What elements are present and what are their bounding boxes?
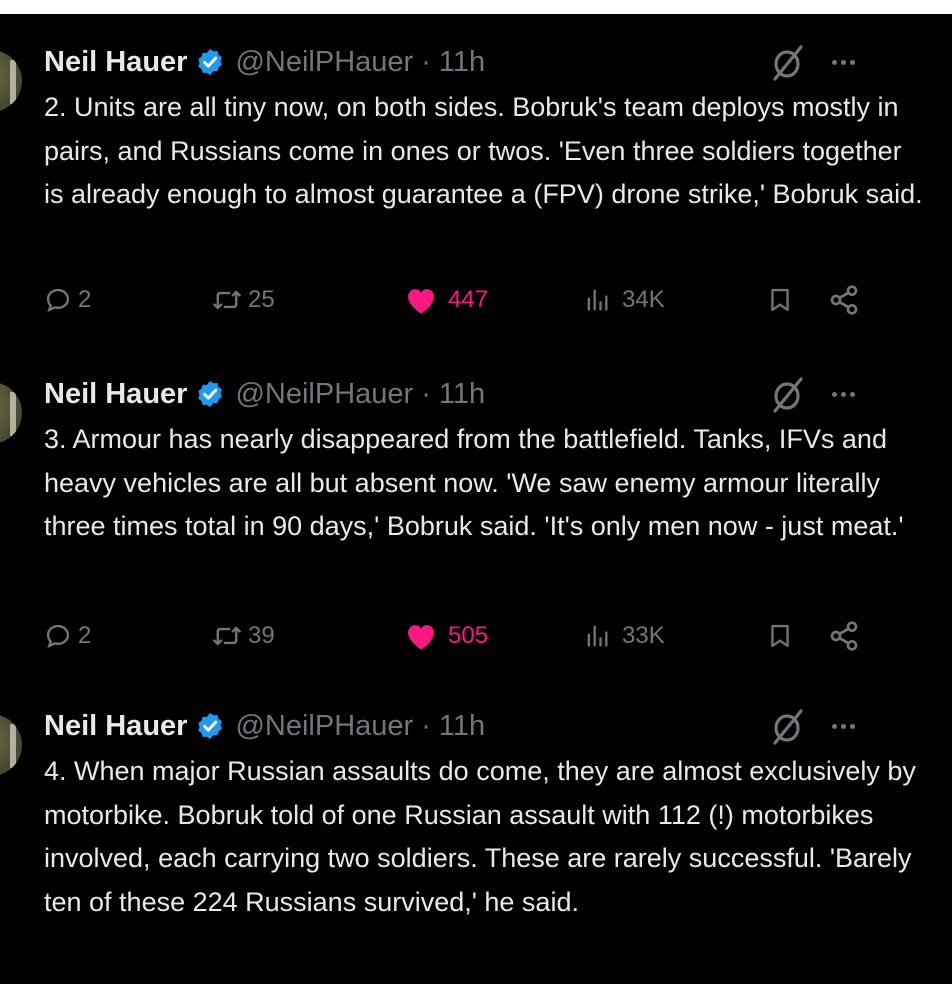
author-name[interactable]: Neil Hauer: [44, 46, 187, 79]
timestamp[interactable]: 11h: [439, 378, 485, 411]
tweet-header: Neil Hauer @NeilPHauer · 11h: [44, 374, 485, 414]
separator: ·: [421, 45, 431, 78]
views-button[interactable]: 33K: [584, 614, 665, 658]
verified-badge-icon: [198, 48, 223, 76]
more-icon[interactable]: [832, 42, 855, 82]
timestamp[interactable]: 11h: [439, 710, 485, 743]
author-name[interactable]: Neil Hauer: [44, 378, 187, 411]
repost-icon: [213, 290, 241, 310]
like-count: 447: [448, 286, 489, 313]
share-button[interactable]: [828, 278, 860, 322]
author-handle[interactable]: @NeilPHauer: [235, 710, 413, 743]
separator: ·: [421, 709, 431, 742]
repost-count: 39: [248, 622, 275, 649]
tweet-text: 2. Units are all tiny now, on both sides…: [44, 92, 923, 209]
tweet-header: Neil Hauer @NeilPHauer · 11h: [44, 42, 485, 82]
repost-count: 25: [248, 286, 275, 313]
like-button[interactable]: 505: [404, 614, 488, 658]
bookmark-icon: [771, 288, 789, 312]
tweet-actions: 2 25 447 34K: [44, 278, 884, 322]
views-button[interactable]: 34K: [584, 278, 665, 322]
reply-count: 2: [78, 286, 92, 313]
share-icon: [830, 621, 858, 651]
bookmark-button[interactable]: [766, 278, 794, 322]
like-count: 505: [448, 622, 489, 649]
heart-icon: [408, 289, 434, 314]
bookmark-icon: [771, 624, 789, 648]
reply-icon: [46, 624, 70, 649]
separator: ·: [421, 377, 431, 410]
avatar[interactable]: [0, 382, 22, 444]
repost-icon: [213, 626, 241, 646]
avatar[interactable]: [0, 50, 22, 112]
author-handle[interactable]: @NeilPHauer: [235, 378, 413, 411]
views-icon: [587, 625, 608, 647]
grok-icon[interactable]: [770, 374, 806, 414]
tweet-actions: 2 39 505 33K: [44, 614, 884, 658]
share-button[interactable]: [828, 614, 860, 658]
grok-icon[interactable]: [770, 706, 806, 746]
tweet-header: Neil Hauer @NeilPHauer · 11h: [44, 706, 485, 746]
author-name[interactable]: Neil Hauer: [44, 710, 187, 743]
reply-icon: [46, 288, 70, 313]
author-handle[interactable]: @NeilPHauer: [235, 46, 413, 79]
grok-icon[interactable]: [770, 42, 806, 82]
reply-button[interactable]: 2: [44, 278, 91, 322]
views-count: 34K: [622, 286, 665, 313]
views-icon: [587, 289, 608, 311]
like-button[interactable]: 447: [404, 278, 488, 322]
more-icon[interactable]: [832, 374, 855, 414]
repost-button[interactable]: 39: [212, 614, 275, 658]
heart-icon: [408, 625, 434, 650]
reply-count: 2: [78, 622, 92, 649]
avatar[interactable]: [0, 714, 22, 776]
bookmark-button[interactable]: [766, 614, 794, 658]
repost-button[interactable]: 25: [212, 278, 275, 322]
verified-badge-icon: [198, 712, 223, 740]
reply-button[interactable]: 2: [44, 614, 91, 658]
tweet-text: 4. When major Russian assaults do come, …: [44, 756, 916, 917]
more-icon[interactable]: [832, 706, 855, 746]
share-icon: [830, 285, 858, 315]
views-count: 33K: [622, 622, 665, 649]
timestamp[interactable]: 11h: [439, 46, 485, 79]
top-strip: [0, 0, 952, 14]
tweet-text: 3. Armour has nearly disappeared from th…: [44, 424, 904, 541]
verified-badge-icon: [198, 380, 223, 408]
